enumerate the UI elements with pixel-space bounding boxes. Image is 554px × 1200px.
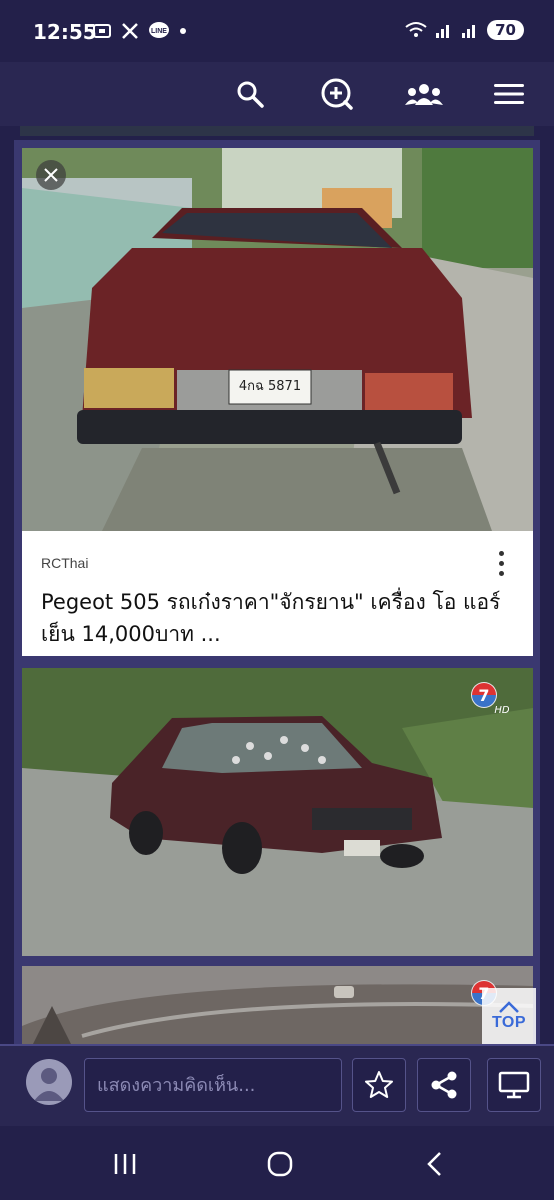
search-icon bbox=[237, 81, 264, 108]
share-button[interactable] bbox=[417, 1058, 471, 1112]
favorite-button[interactable] bbox=[352, 1058, 406, 1112]
close-button[interactable] bbox=[36, 160, 66, 190]
zoom-plus-icon bbox=[321, 78, 353, 110]
card-photo[interactable] bbox=[22, 668, 533, 956]
group-button[interactable] bbox=[402, 72, 446, 116]
x-icon bbox=[122, 23, 138, 39]
app-bar bbox=[0, 62, 554, 126]
image-feed[interactable]: 4กฉ 5871 RCThai Pegeot 505 รถเก๋งราคา"จั… bbox=[0, 126, 554, 1044]
system-icons: 70 bbox=[405, 20, 524, 40]
display-button[interactable] bbox=[487, 1058, 541, 1112]
card-title[interactable]: Pegeot 505 รถเก๋งราคา"จักรยาน" เครื่อง โ… bbox=[41, 586, 501, 650]
signal-icon bbox=[462, 25, 476, 38]
system-nav-bar bbox=[0, 1126, 554, 1200]
line-icon: LINE bbox=[149, 22, 169, 38]
result-card[interactable]: 4กฉ 5871 RCThai Pegeot 505 รถเก๋งราคา"จั… bbox=[22, 148, 533, 656]
menu-button[interactable] bbox=[487, 72, 531, 116]
card-source[interactable]: RCThai bbox=[41, 555, 88, 571]
group-icon bbox=[405, 84, 443, 105]
signal-icon bbox=[436, 25, 450, 38]
comment-field[interactable] bbox=[84, 1058, 342, 1112]
chevron-up-icon bbox=[499, 1001, 519, 1013]
battery-icon: 70 bbox=[487, 20, 524, 40]
search-button[interactable] bbox=[228, 72, 272, 116]
star-icon bbox=[365, 1071, 393, 1098]
card-photo[interactable]: 4กฉ 5871 bbox=[22, 148, 533, 531]
hd-label: HD bbox=[494, 705, 509, 716]
notification-icons: LINE bbox=[92, 21, 187, 41]
status-time: 12:55 bbox=[33, 20, 97, 44]
back-icon bbox=[427, 1152, 441, 1176]
wifi-icon bbox=[405, 22, 427, 37]
back-button[interactable] bbox=[413, 1142, 457, 1186]
previous-card-edge bbox=[20, 126, 534, 136]
screenshot-icon bbox=[93, 24, 111, 38]
more-vert-icon bbox=[498, 550, 504, 556]
svg-text:LINE: LINE bbox=[151, 28, 167, 35]
more-options-button[interactable] bbox=[489, 548, 513, 578]
card-photo[interactable] bbox=[22, 966, 533, 1044]
recents-icon bbox=[114, 1154, 136, 1174]
result-card[interactable]: 7 HD bbox=[22, 668, 533, 956]
dot-icon bbox=[180, 28, 186, 34]
monitor-icon bbox=[498, 1071, 530, 1099]
result-card[interactable]: 7 bbox=[22, 966, 533, 1044]
comment-input[interactable] bbox=[85, 1059, 341, 1111]
scroll-top-label: TOP bbox=[491, 1014, 527, 1031]
comment-bar bbox=[0, 1044, 554, 1126]
menu-icon bbox=[494, 84, 524, 104]
share-icon bbox=[431, 1071, 457, 1099]
home-icon bbox=[267, 1151, 293, 1177]
home-button[interactable] bbox=[258, 1142, 302, 1186]
zoom-button[interactable] bbox=[315, 72, 359, 116]
user-icon bbox=[34, 1068, 64, 1101]
license-plate-text: 4กฉ 5871 bbox=[239, 379, 301, 394]
scroll-top-button[interactable]: TOP bbox=[482, 988, 536, 1044]
close-icon bbox=[44, 168, 58, 182]
recents-button[interactable] bbox=[103, 1142, 147, 1186]
ch7-hd-logo: 7 HD bbox=[469, 680, 510, 716]
avatar[interactable] bbox=[26, 1059, 72, 1105]
status-bar: 12:55 LINE 70 bbox=[0, 0, 554, 62]
svg-text:7: 7 bbox=[478, 686, 489, 705]
